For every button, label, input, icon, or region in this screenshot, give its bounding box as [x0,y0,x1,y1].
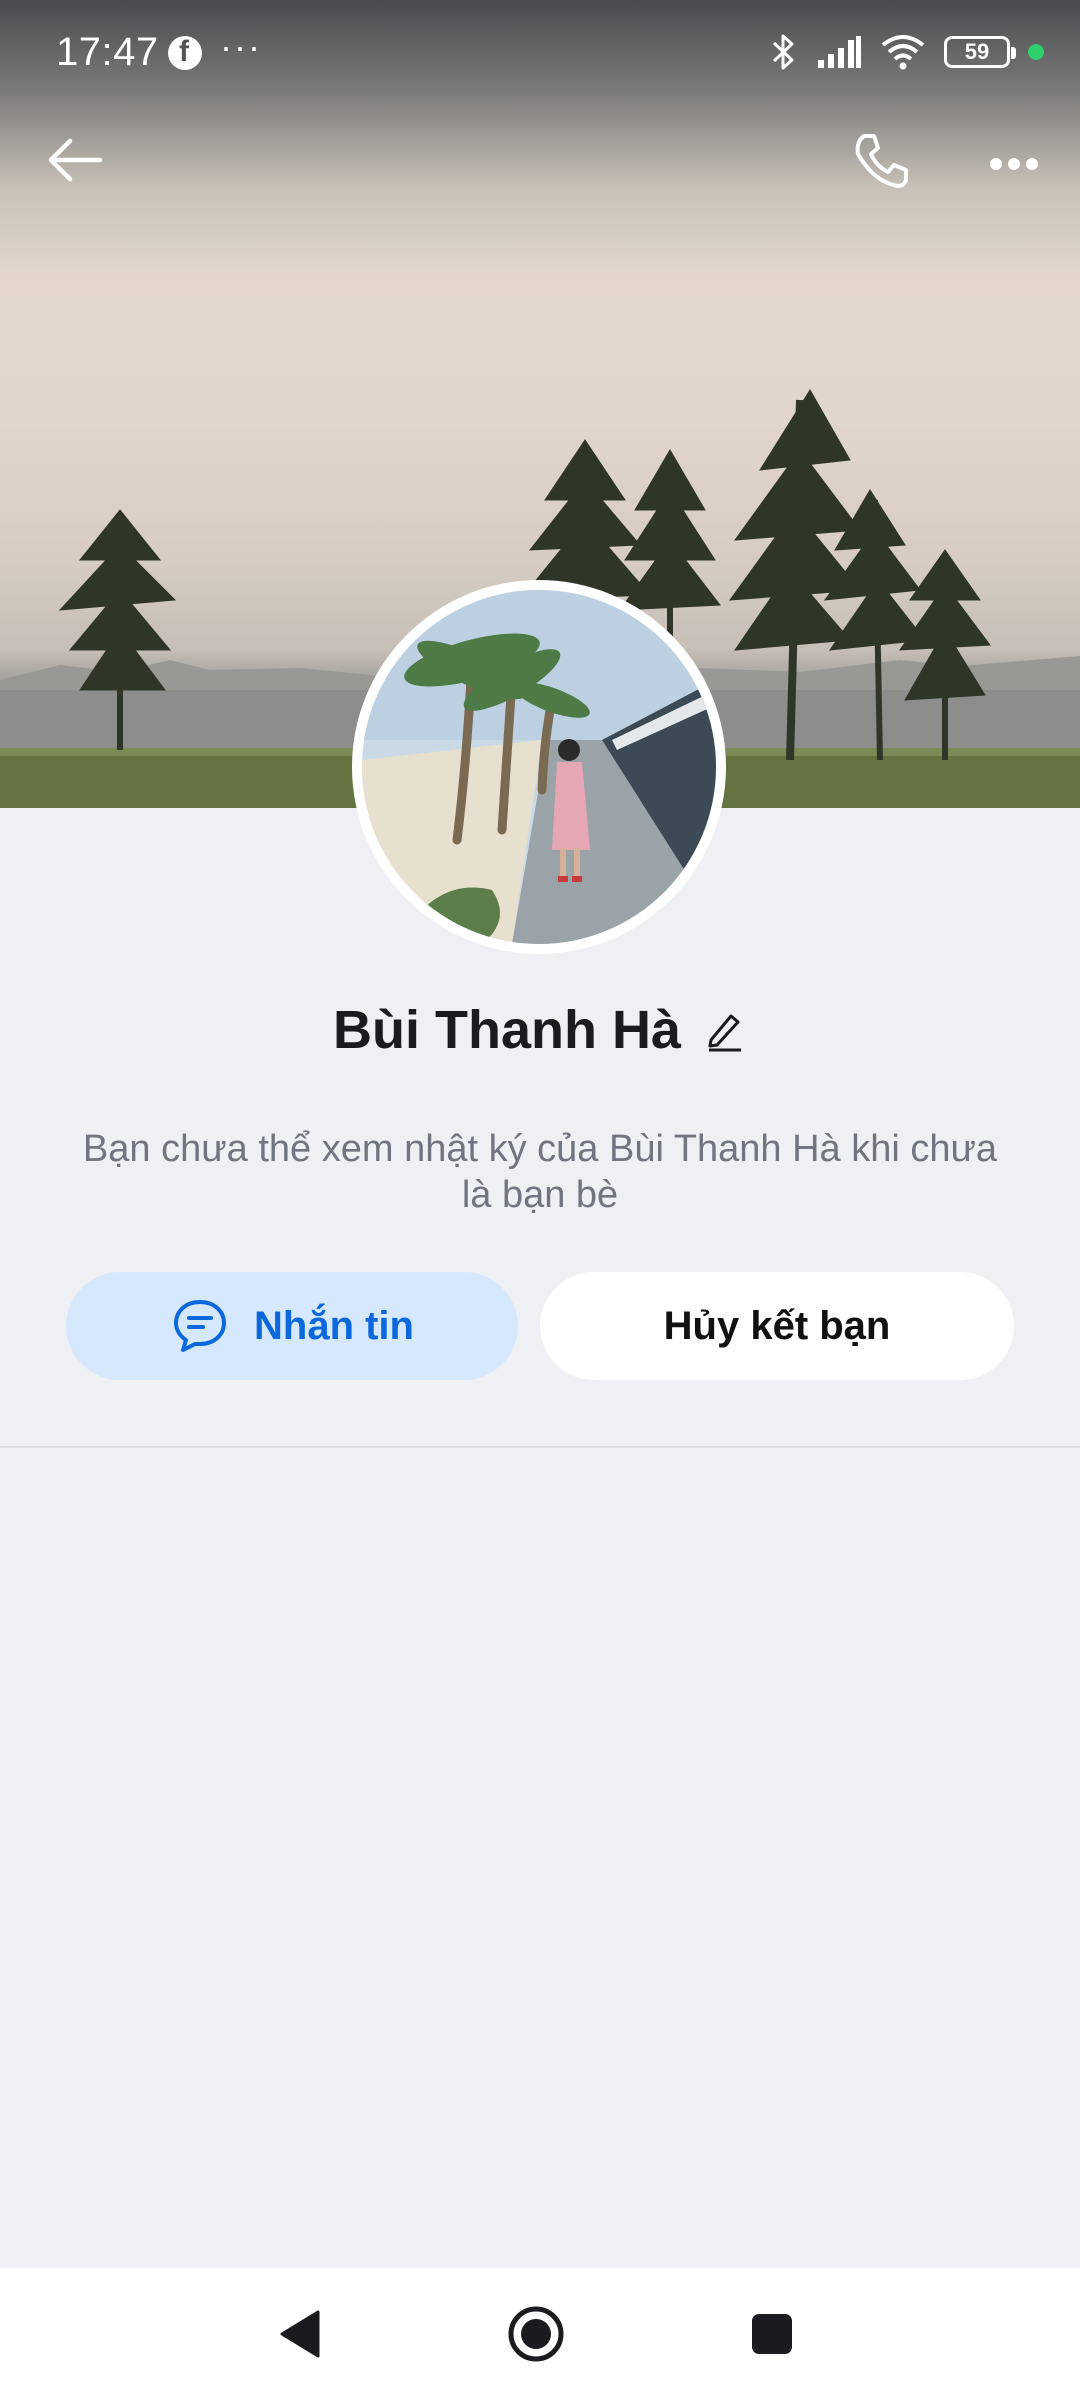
message-button[interactable]: Nhắn tin [66,1272,518,1380]
phone-icon[interactable] [846,124,918,196]
battery-icon: 59 [944,36,1016,68]
back-arrow-icon[interactable] [40,124,112,196]
privacy-indicator-dot [1028,44,1044,60]
nav-recents-icon[interactable] [748,2310,796,2358]
wifi-icon [881,35,925,70]
more-horizontal-icon[interactable] [976,124,1056,196]
chat-bubble-icon [174,1300,226,1352]
divider [0,1446,1080,1448]
more-dots-icon: ··· [220,26,262,67]
avatar[interactable] [352,580,726,954]
nav-home-icon[interactable] [504,2302,568,2366]
status-icons: 59 [770,30,1044,74]
facebook-icon [168,35,202,70]
status-bar: 17:47 ··· 59 [0,0,1080,108]
status-time: 17:47 [56,30,159,74]
name-row: Bùi Thanh Hà [0,990,1080,1070]
system-nav-bar [0,2268,1080,2400]
bluetooth-icon [772,34,794,70]
avatar-photo [362,590,716,944]
message-button-label: Nhắn tin [254,1303,414,1348]
app-bar [0,120,1080,200]
unfriend-button-label: Hủy kết bạn [663,1303,891,1348]
signal-icon [818,36,861,68]
profile-screen: 17:47 ··· 59 [0,0,1080,2400]
privacy-notice: Bạn chưa thể xem nhật ký của Bùi Thanh H… [82,1128,998,1216]
unfriend-button[interactable]: Hủy kết bạn [540,1272,1014,1380]
battery-level: 59 [964,39,990,64]
edit-pencil-icon[interactable] [703,1008,747,1052]
profile-name: Bùi Thanh Hà [333,1000,681,1060]
nav-back-icon[interactable] [274,2306,330,2362]
